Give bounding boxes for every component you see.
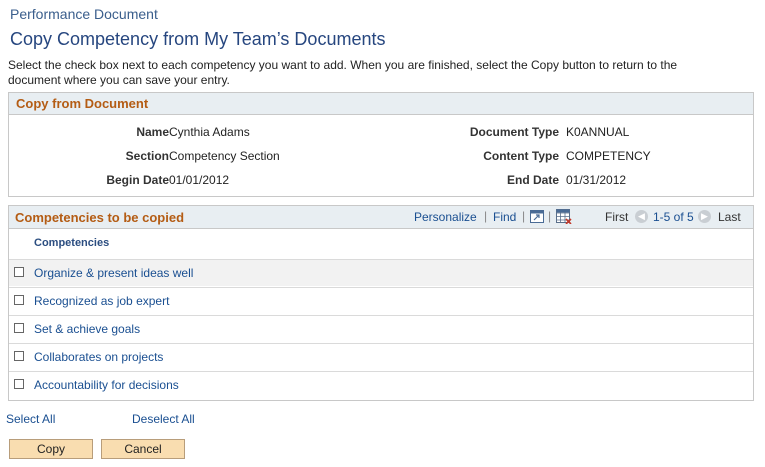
spreadsheet-icon[interactable]	[556, 209, 572, 225]
competency-link[interactable]: Recognized as job expert	[34, 294, 169, 308]
grid-title: Competencies to be copied	[15, 210, 185, 225]
competencies-grid: Competencies to be copied Personalize | …	[8, 205, 754, 401]
table-row: Accountability for decisions	[9, 371, 753, 398]
last-label: Last	[718, 210, 741, 224]
content-type-label: Content Type	[483, 149, 559, 163]
column-header-competencies: Competencies	[34, 237, 110, 249]
row-checkbox[interactable]	[14, 351, 24, 361]
table-row: Collaborates on projects	[9, 343, 753, 370]
section-value: Competency Section	[169, 149, 280, 163]
group-header: Copy from Document	[9, 93, 753, 115]
find-link[interactable]: Find	[493, 210, 516, 224]
group-title: Copy from Document	[16, 96, 149, 111]
personalize-link[interactable]: Personalize	[414, 210, 477, 224]
cancel-button[interactable]: Cancel	[101, 439, 185, 459]
deselect-all-link[interactable]: Deselect All	[132, 412, 195, 426]
competency-link[interactable]: Collaborates on projects	[34, 350, 163, 364]
section-label: Section	[125, 149, 169, 163]
row-checkbox[interactable]	[14, 379, 24, 389]
begin-date-value: 01/01/2012	[169, 173, 230, 187]
row-checkbox[interactable]	[14, 295, 24, 305]
page-title: Copy Competency from My Team’s Documents	[10, 29, 386, 49]
copy-button[interactable]: Copy	[9, 439, 93, 459]
breadcrumb: Performance Document	[10, 6, 158, 22]
row-checkbox[interactable]	[14, 267, 24, 277]
content-type-value: COMPETENCY	[566, 149, 651, 163]
copy-from-document-group: Copy from Document Name Cynthia Adams Se…	[8, 92, 754, 197]
competency-link[interactable]: Organize & present ideas well	[34, 266, 193, 280]
begin-date-label: Begin Date	[106, 173, 169, 187]
document-type-label: Document Type	[469, 125, 559, 139]
new-window-icon[interactable]	[530, 210, 544, 223]
first-label: First	[605, 210, 629, 224]
arrow-right-icon: ▶	[698, 210, 711, 223]
table-row: Organize & present ideas well	[9, 259, 753, 286]
select-all-link[interactable]: Select All	[6, 412, 55, 426]
document-type-value: K0ANNUAL	[566, 125, 630, 139]
end-date-label: End Date	[506, 173, 559, 187]
end-date-value: 01/31/2012	[566, 173, 627, 187]
grid-header: Competencies to be copied Personalize | …	[9, 206, 753, 229]
separator: |	[484, 209, 488, 223]
separator: |	[522, 209, 526, 223]
competency-link[interactable]: Set & achieve goals	[34, 322, 140, 336]
name-label: Name	[136, 125, 169, 139]
instructions-text: Select the check box next to each compet…	[8, 58, 678, 87]
separator: |	[548, 209, 552, 223]
arrow-left-icon: ◀	[635, 210, 648, 223]
table-row: Recognized as job expert	[9, 287, 753, 314]
name-value: Cynthia Adams	[169, 125, 250, 139]
table-row: Set & achieve goals	[9, 315, 753, 342]
row-checkbox[interactable]	[14, 323, 24, 333]
competency-link[interactable]: Accountability for decisions	[34, 378, 179, 392]
row-range: 1-5 of 5	[653, 210, 694, 224]
